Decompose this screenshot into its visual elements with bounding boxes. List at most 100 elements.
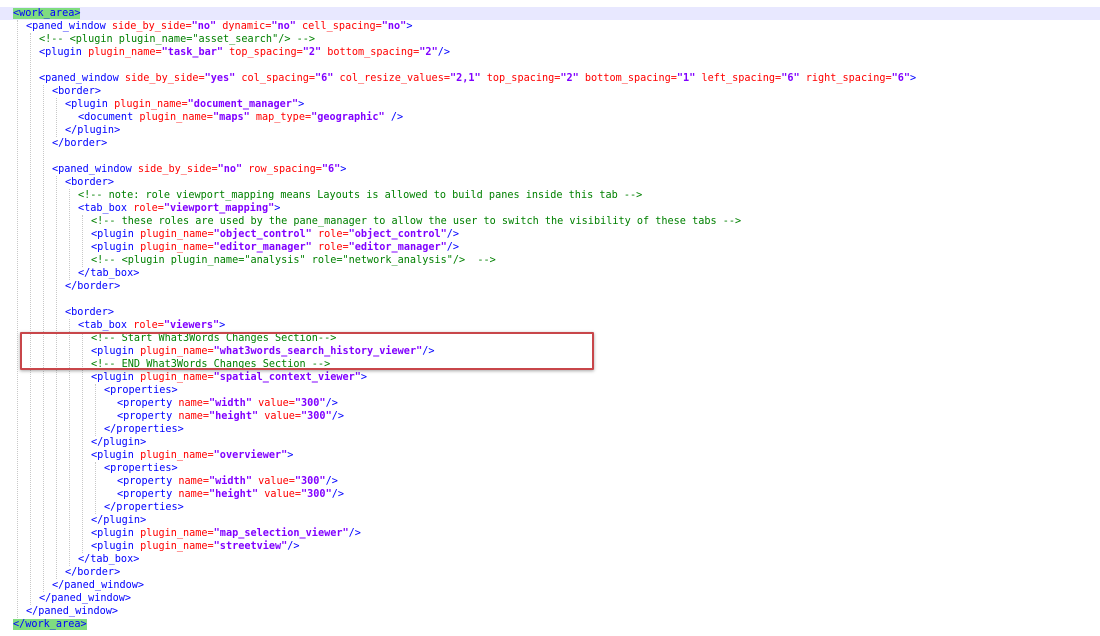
code-line[interactable]: <paned_window side_by_side="no" row_spac… [0,163,1100,176]
code-token: "spatial_context_viewer" [213,372,361,383]
code-token: </paned_window> [39,593,132,604]
code-token: /> [446,229,460,240]
code-line[interactable]: </properties> [0,423,1100,436]
code-token: cell_spacing= [295,21,382,32]
code-token: name= [172,489,210,500]
code-line[interactable]: <!-- note: role viewport_mapping means L… [0,189,1100,202]
code-line[interactable]: <property name="height" value="300"/> [0,410,1100,423]
code-token: <property [117,489,173,500]
code-token: </border> [65,281,121,292]
indent-guide [69,189,70,280]
code-token: <plugin [91,541,134,552]
code-line[interactable]: <border> [0,176,1100,189]
code-line[interactable]: </border> [0,566,1100,579]
code-token: <plugin [91,372,134,383]
code-token: </plugin> [65,125,121,136]
code-token: "2,1" [449,73,481,84]
code-line[interactable]: <property name="width" value="300"/> [0,475,1100,488]
code-line[interactable]: <paned_window side_by_side="yes" col_spa… [0,72,1100,85]
code-token: "height" [209,411,259,422]
code-line[interactable]: </plugin> [0,514,1100,527]
code-line[interactable]: <tab_box role="viewers"> [0,319,1100,332]
code-line[interactable]: <border> [0,306,1100,319]
code-line[interactable]: <tab_box role="viewport_mapping"> [0,202,1100,215]
code-token: <plugin [91,229,134,240]
code-line[interactable]: <plugin plugin_name="spatial_context_vie… [0,371,1100,384]
code-line[interactable]: </properties> [0,501,1100,514]
code-token: </work_area> [13,619,87,630]
code-editor[interactable]: <work_area> <paned_window side_by_side="n… [0,0,1100,636]
code-line[interactable]: <plugin plugin_name="streetview"/> [0,540,1100,553]
code-token: "2" [560,73,579,84]
code-token: <border> [52,86,102,97]
code-line[interactable]: </tab_box> [0,553,1100,566]
code-token: <properties> [104,385,178,396]
code-token: role= [311,229,349,240]
code-token: </plugin> [91,437,147,448]
code-token: bottom_spacing= [321,47,420,58]
indent-guide [17,20,18,618]
code-line[interactable]: </work_area> [0,618,1100,631]
code-token: left_spacing= [695,73,782,84]
code-token: "object_control" [213,229,312,240]
code-line[interactable]: <!-- these roles are used by the pane_ma… [0,215,1100,228]
code-line[interactable]: <plugin plugin_name="overviewer"> [0,449,1100,462]
code-token: "geographic" [311,112,385,123]
code-token: "object_control" [348,229,447,240]
highlight-box-what3words [20,332,594,370]
code-token: /> [437,47,450,58]
code-line[interactable]: </tab_box> [0,267,1100,280]
code-token: > [298,99,305,110]
code-line[interactable] [0,293,1100,306]
code-line[interactable]: <properties> [0,384,1100,397]
code-line[interactable]: <plugin plugin_name="task_bar" top_spaci… [0,46,1100,59]
code-line[interactable]: <document plugin_name="maps" map_type="g… [0,111,1100,124]
code-token: </properties> [104,424,184,435]
code-token: "6" [781,73,800,84]
code-token: plugin_name= [133,372,214,383]
code-line[interactable]: </paned_window> [0,579,1100,592]
code-line[interactable]: </border> [0,137,1100,150]
code-token: /> [331,489,344,500]
code-token: role= [311,242,349,253]
code-line[interactable]: <properties> [0,462,1100,475]
code-token: plugin_name= [107,99,188,110]
code-line[interactable]: </paned_window> [0,592,1100,605]
code-token: /> [384,112,404,123]
code-token: "no" [271,21,296,32]
code-line[interactable]: </border> [0,280,1100,293]
code-token: plugin_name= [133,541,214,552]
code-line[interactable]: </paned_window> [0,605,1100,618]
indent-guide [95,462,96,514]
code-line[interactable]: <!-- <plugin plugin_name="analysis" role… [0,254,1100,267]
code-token: <!-- these roles are used by the pane_ma… [91,216,742,227]
code-line[interactable]: <property name="width" value="300"/> [0,397,1100,410]
code-line[interactable]: </plugin> [0,124,1100,137]
code-line[interactable]: </plugin> [0,436,1100,449]
code-line[interactable]: <property name="height" value="300"/> [0,488,1100,501]
code-token: "viewers" [163,320,220,331]
code-token: bottom_spacing= [578,73,677,84]
code-line[interactable]: <!-- <plugin plugin_name="asset_search"/… [0,33,1100,46]
code-token: "6" [891,73,911,84]
code-line[interactable]: <plugin plugin_name="document_manager"> [0,98,1100,111]
code-token: "no" [191,21,217,32]
code-token: "editor_manager" [348,242,447,253]
code-token: /> [348,528,361,539]
indent-guide [95,384,96,436]
code-line[interactable]: <plugin plugin_name="editor_manager" rol… [0,241,1100,254]
code-line[interactable] [0,59,1100,72]
code-token: </tab_box> [78,268,140,279]
code-line[interactable] [0,150,1100,163]
code-token: <paned_window [26,21,106,32]
code-token: dynamic= [216,21,272,32]
code-token: side_by_side= [118,73,205,84]
code-token: <property [117,411,173,422]
code-line[interactable]: <work_area> [0,7,1100,20]
code-line[interactable]: <plugin plugin_name="map_selection_viewe… [0,527,1100,540]
code-token: /> [325,476,338,487]
code-token: <!-- note: role viewport_mapping means L… [78,190,643,201]
code-line[interactable]: <paned_window side_by_side="no" dynamic=… [0,20,1100,33]
code-line[interactable]: <plugin plugin_name="object_control" rol… [0,228,1100,241]
code-line[interactable]: <border> [0,85,1100,98]
